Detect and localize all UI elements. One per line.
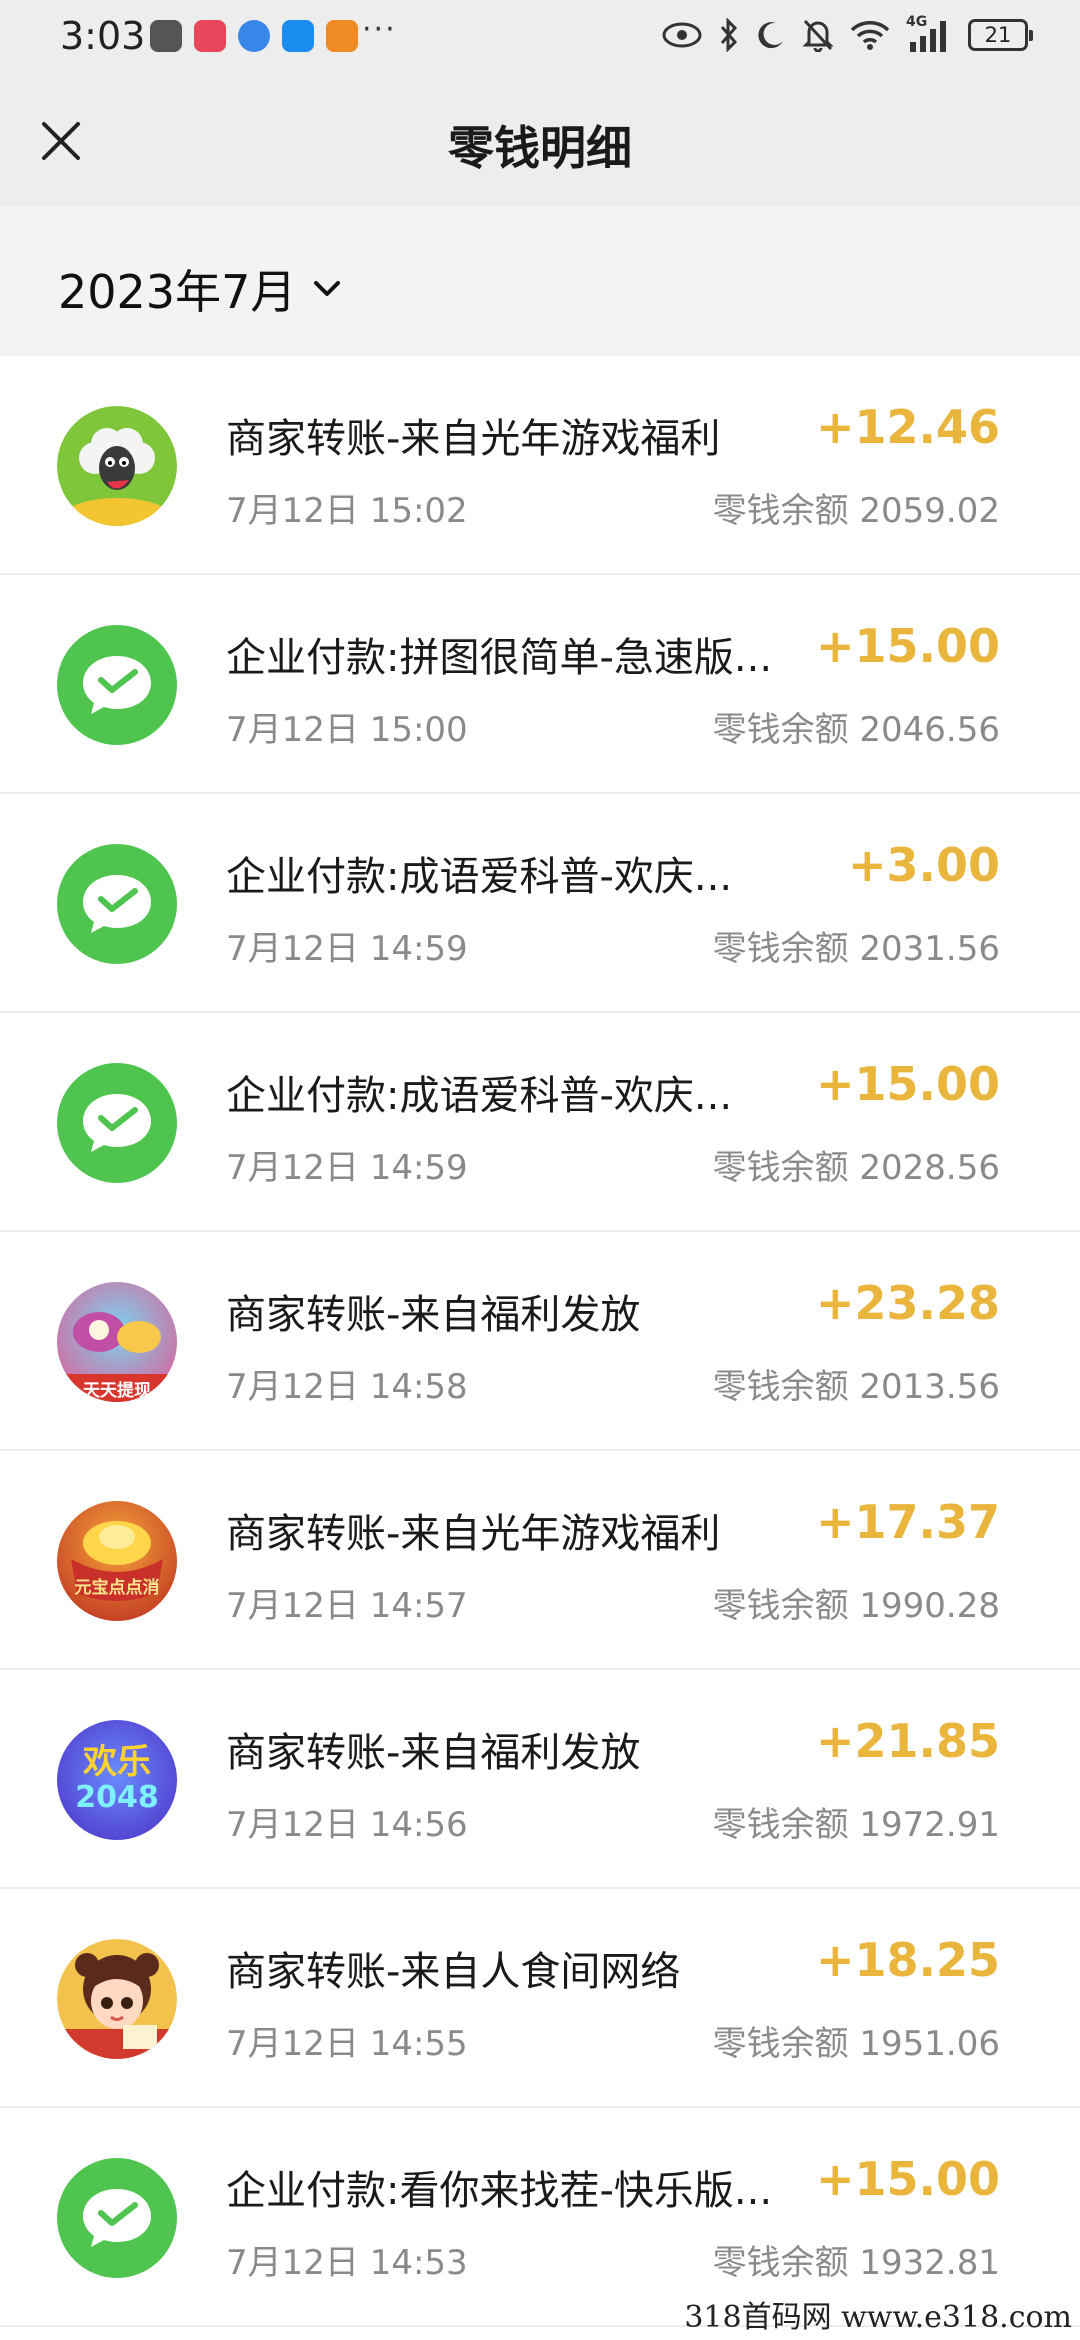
transaction-title: 商家转账-来自光年游戏福利 bbox=[226, 1511, 721, 1557]
girl-character-avatar bbox=[57, 1939, 177, 2059]
sheep-game-avatar bbox=[57, 406, 177, 526]
transaction-balance: 零钱余额 1990.28 bbox=[712, 1586, 1000, 1626]
transaction-row[interactable]: 企业付款:成语爱科普-欢庆... +15.00 7月12日 14:59 零钱余额… bbox=[0, 1013, 1080, 1232]
transaction-balance: 零钱余额 2028.56 bbox=[712, 1148, 1000, 1188]
transaction-amount: +3.00 bbox=[847, 838, 1000, 892]
transaction-title: 企业付款:成语爱科普-欢庆... bbox=[226, 1073, 733, 1119]
transaction-time: 7月12日 14:58 bbox=[226, 1367, 468, 1407]
transaction-balance: 零钱余额 2046.56 bbox=[712, 710, 1000, 750]
month-selector[interactable]: 2023年7月 bbox=[58, 256, 342, 322]
transaction-row[interactable]: 元宝点点消 商家转账-来自光年游戏福利 +17.37 7月12日 14:57 零… bbox=[0, 1451, 1080, 1670]
moon-icon bbox=[758, 22, 783, 49]
transaction-title: 商家转账-来自人食间网络 bbox=[226, 1949, 681, 1995]
transaction-row[interactable]: 企业付款:成语爱科普-欢庆... +3.00 7月12日 14:59 零钱余额 … bbox=[0, 794, 1080, 1013]
transaction-title: 商家转账-来自光年游戏福利 bbox=[226, 416, 721, 462]
watermark: 318首码网 www.e318.com bbox=[684, 2300, 1072, 2335]
huawei-app-icon bbox=[150, 20, 182, 52]
transaction-time: 7月12日 14:59 bbox=[226, 929, 468, 969]
wechat-pay-icon bbox=[57, 1063, 177, 1183]
transaction-time: 7月12日 14:55 bbox=[226, 2024, 468, 2064]
transaction-row[interactable]: 商家转账-来自人食间网络 +18.25 7月12日 14:55 零钱余额 195… bbox=[0, 1889, 1080, 2108]
transaction-row[interactable]: 天天提现 商家转账-来自福利发放 +23.28 7月12日 14:58 零钱余额… bbox=[0, 1232, 1080, 1451]
status-app-icons bbox=[150, 20, 358, 52]
transaction-amount: +12.46 bbox=[815, 400, 1000, 454]
transaction-amount: +17.37 bbox=[815, 1495, 1000, 1549]
transaction-time: 7月12日 15:02 bbox=[226, 491, 468, 531]
signal-indicator: 4G bbox=[906, 14, 952, 52]
pearl-game-avatar: 天天提现 bbox=[57, 1282, 177, 1402]
status-icons-right: 4G 21 bbox=[662, 14, 1033, 52]
transaction-time: 7月12日 14:56 bbox=[226, 1805, 468, 1845]
wechat-pay-icon bbox=[57, 844, 177, 964]
transaction-row[interactable]: 企业付款:拼图很简单-急速版... +15.00 7月12日 15:00 零钱余… bbox=[0, 575, 1080, 794]
transaction-balance: 零钱余额 1972.91 bbox=[712, 1805, 1000, 1845]
month-filter-bar: 2023年7月 bbox=[0, 206, 1080, 356]
signal-icon bbox=[910, 21, 946, 52]
transaction-balance: 零钱余额 2031.56 bbox=[712, 929, 1000, 969]
transaction-amount: +23.28 bbox=[815, 1276, 1000, 1330]
transaction-amount: +15.00 bbox=[815, 619, 1000, 673]
status-bar: 3:03 ··· 4G 21 bbox=[0, 0, 1080, 76]
avatar-caption: 天天提现 bbox=[83, 1381, 151, 1401]
transaction-time: 7月12日 14:59 bbox=[226, 1148, 468, 1188]
wechat-pay-icon bbox=[57, 2158, 177, 2278]
red-app-icon bbox=[194, 20, 226, 52]
transaction-amount: +15.00 bbox=[815, 2152, 1000, 2206]
eye-icon bbox=[662, 22, 702, 48]
wechat-pay-icon bbox=[57, 625, 177, 745]
transaction-amount: +18.25 bbox=[815, 1933, 1000, 1987]
transaction-balance: 零钱余额 2013.56 bbox=[712, 1367, 1000, 1407]
transaction-balance: 零钱余额 1932.81 bbox=[712, 2243, 1000, 2283]
bell-off-icon bbox=[802, 19, 834, 52]
more-notifications-indicator: ··· bbox=[362, 12, 397, 47]
weather-app-icon bbox=[282, 20, 314, 52]
battery-level: 21 bbox=[984, 23, 1012, 47]
transaction-title: 商家转账-来自福利发放 bbox=[226, 1730, 641, 1776]
transaction-time: 7月12日 14:53 bbox=[226, 2243, 468, 2283]
avatar-caption: 元宝点点消 bbox=[74, 1578, 160, 1598]
2048-game-avatar: 欢乐 2048 bbox=[57, 1720, 177, 1840]
chevron-down-icon bbox=[314, 281, 341, 296]
page-title: 零钱明细 bbox=[448, 121, 632, 175]
transaction-row[interactable]: 商家转账-来自光年游戏福利 +12.46 7月12日 15:02 零钱余额 20… bbox=[0, 356, 1080, 575]
video-app-icon bbox=[326, 20, 358, 52]
gold-ingot-game-avatar: 元宝点点消 bbox=[57, 1501, 177, 1621]
transaction-list: 商家转账-来自光年游戏福利 +12.46 7月12日 15:02 零钱余额 20… bbox=[0, 356, 1080, 2327]
title-bar: 零钱明细 bbox=[0, 76, 1080, 206]
transaction-title: 商家转账-来自福利发放 bbox=[226, 1292, 641, 1338]
transaction-amount: +15.00 bbox=[815, 1057, 1000, 1111]
month-label: 2023年7月 bbox=[58, 265, 297, 319]
transaction-title: 企业付款:成语爱科普-欢庆... bbox=[226, 854, 733, 900]
transaction-title: 企业付款:拼图很简单-急速版... bbox=[226, 635, 773, 681]
transaction-title: 企业付款:看你来找茬-快乐版... bbox=[226, 2168, 773, 2214]
avatar-caption-top: 欢乐 bbox=[83, 1742, 151, 1782]
wifi-icon bbox=[850, 21, 890, 50]
transaction-row[interactable]: 欢乐 2048 商家转账-来自福利发放 +21.85 7月12日 14:56 零… bbox=[0, 1670, 1080, 1889]
avatar-caption-bottom: 2048 bbox=[75, 1780, 159, 1815]
status-time: 3:03 bbox=[60, 14, 146, 58]
battery-icon: 21 bbox=[968, 19, 1033, 51]
bluetooth-icon bbox=[720, 18, 738, 52]
transaction-balance: 零钱余额 1951.06 bbox=[712, 2024, 1000, 2064]
transaction-amount: +21.85 bbox=[815, 1714, 1000, 1768]
transaction-balance: 零钱余额 2059.02 bbox=[712, 491, 1000, 531]
transaction-time: 7月12日 15:00 bbox=[226, 710, 468, 750]
transaction-time: 7月12日 14:57 bbox=[226, 1586, 468, 1626]
browser-app-icon bbox=[238, 20, 270, 52]
